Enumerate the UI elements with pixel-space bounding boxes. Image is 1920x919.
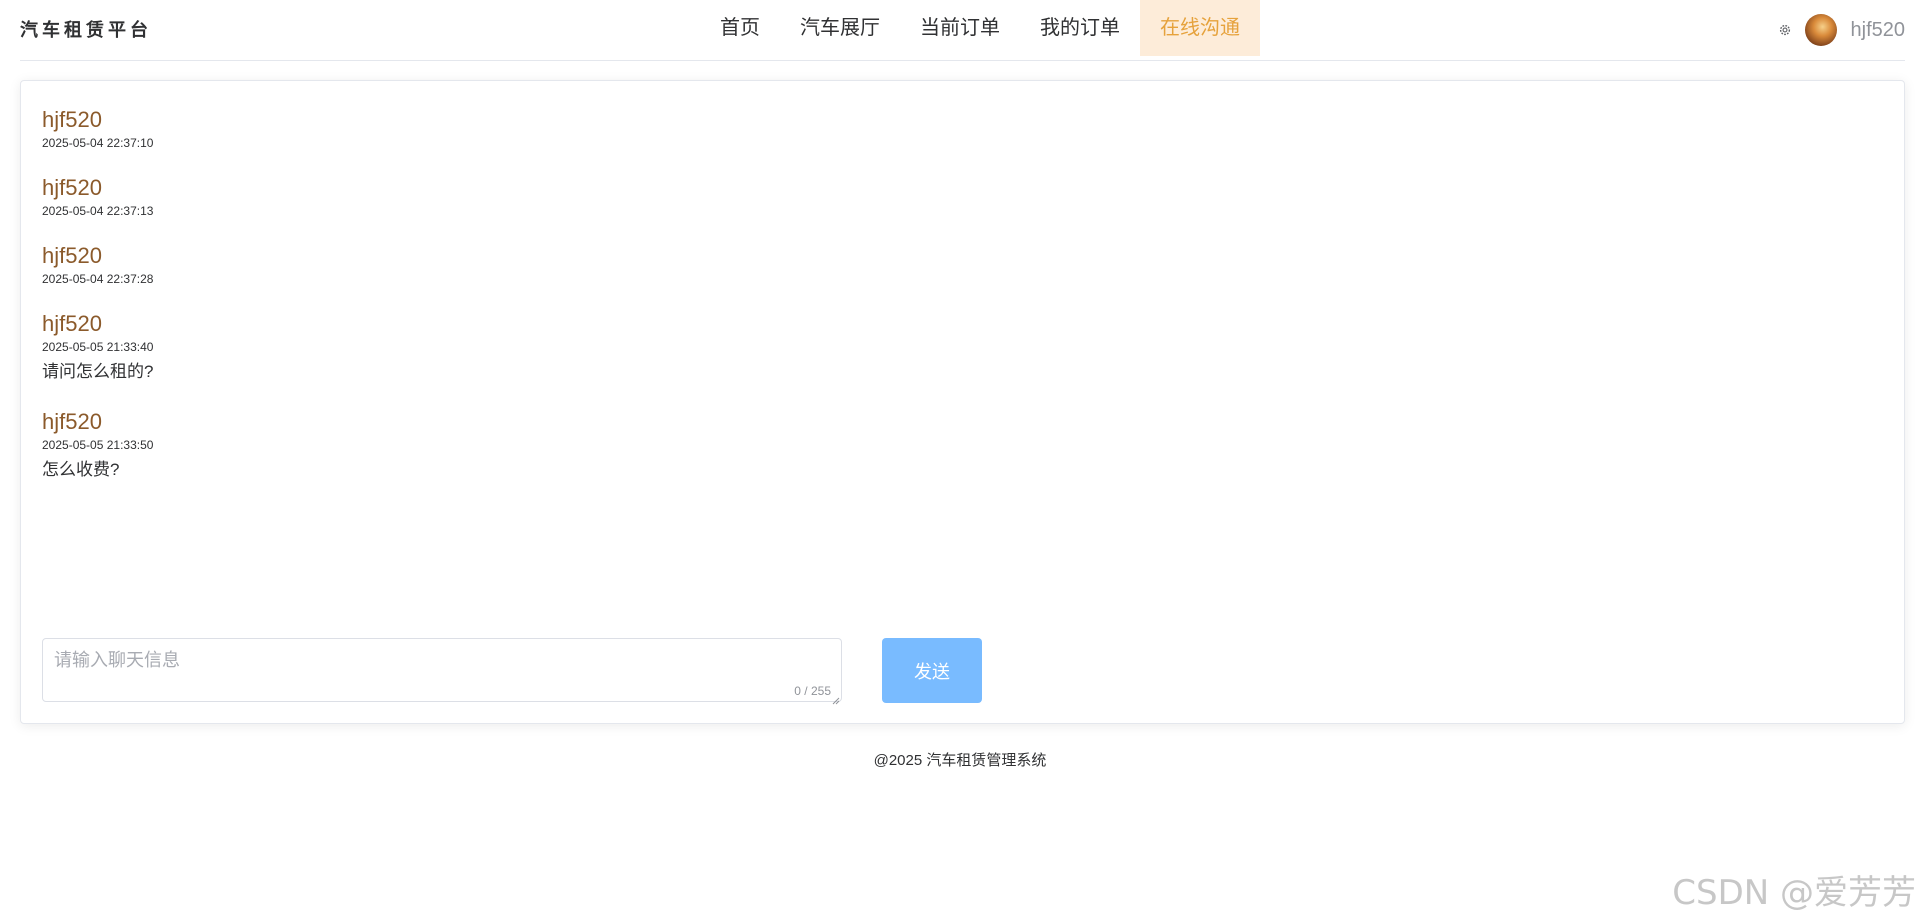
send-button[interactable]: 发送 [882, 638, 982, 703]
chat-input[interactable] [43, 639, 841, 701]
message-sender: hjf520 [42, 311, 102, 336]
chat-message: hjf520 2025-05-05 21:33:40 请问怎么租的? [42, 309, 1862, 385]
nav-item-my-orders[interactable]: 我的订单 [1020, 0, 1140, 56]
nav-item-online-chat[interactable]: 在线沟通 [1140, 0, 1260, 56]
message-timestamp: 2025-05-05 21:33:40 [42, 340, 154, 354]
username[interactable]: hjf520 [1851, 19, 1906, 42]
brand-title: 汽车租赁平台 [20, 20, 152, 40]
nav-item-home[interactable]: 首页 [700, 0, 780, 56]
chat-message: hjf520 2025-05-04 22:37:28 [42, 241, 1862, 287]
message-sender: hjf520 [42, 175, 102, 200]
message-timestamp: 2025-05-05 21:33:50 [42, 438, 154, 452]
nav-item-current-orders[interactable]: 当前订单 [900, 0, 1020, 56]
word-count: 0 / 255 [794, 684, 831, 698]
gear-icon[interactable] [1777, 22, 1793, 38]
message-list: hjf520 2025-05-04 22:37:10 hjf520 2025-0… [42, 105, 1862, 505]
message-sender: hjf520 [42, 243, 102, 268]
message-sender: hjf520 [42, 409, 102, 434]
message-text: 怎么收费? [42, 460, 120, 479]
chat-message: hjf520 2025-05-05 21:33:50 怎么收费? [42, 407, 1862, 483]
watermark: CSDN @爱芳芳 [1672, 873, 1916, 913]
user-area: hjf520 [1777, 13, 1906, 47]
chat-message: hjf520 2025-05-04 22:37:13 [42, 173, 1862, 219]
chat-message: hjf520 2025-05-04 22:37:10 [42, 105, 1862, 151]
main-nav: 首页 汽车展厅 当前订单 我的订单 在线沟通 [700, 0, 1260, 56]
avatar[interactable] [1804, 14, 1837, 46]
top-header: 汽车租赁平台 首页 汽车展厅 当前订单 我的订单 在线沟通 hjf520 [20, 0, 1905, 61]
chat-input-wrapper: 0 / 255 [42, 638, 842, 705]
nav-item-showroom[interactable]: 汽车展厅 [780, 0, 900, 56]
chat-panel: hjf520 2025-05-04 22:37:10 hjf520 2025-0… [20, 80, 1905, 724]
message-sender: hjf520 [42, 107, 102, 132]
message-timestamp: 2025-05-04 22:37:28 [42, 272, 154, 286]
message-timestamp: 2025-05-04 22:37:10 [42, 136, 154, 150]
resize-handle-icon[interactable] [832, 692, 840, 705]
footer-copyright: @2025 汽车租赁管理系统 [873, 752, 1047, 769]
message-text: 请问怎么租的? [42, 362, 154, 381]
message-timestamp: 2025-05-04 22:37:13 [42, 204, 154, 218]
